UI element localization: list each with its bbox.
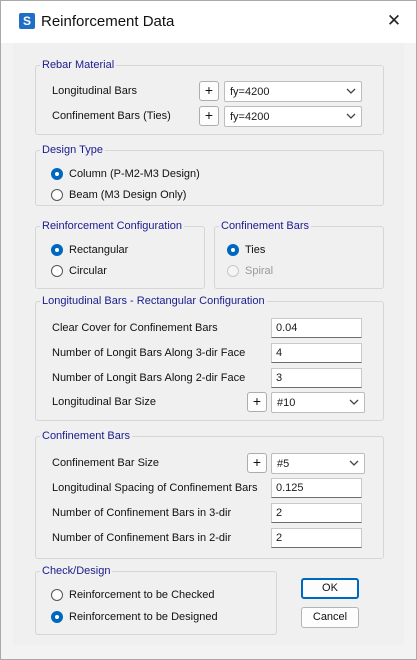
confinement-bars-3dir-input[interactable]: 2	[271, 503, 362, 523]
longit-bars-2dir-label: Number of Longit Bars Along 2-dir Face	[52, 372, 246, 384]
reinforcement-designed-label: Reinforcement to be Designed	[69, 611, 218, 623]
circular-config-radio[interactable]	[51, 265, 63, 277]
longit-bars-3dir-input[interactable]: 4	[271, 343, 362, 363]
confinement-bars-type-legend: Confinement Bars	[221, 220, 310, 232]
spiral-label: Spiral	[245, 265, 274, 277]
clear-cover-label: Clear Cover for Confinement Bars	[52, 322, 218, 334]
spiral-radio	[227, 265, 239, 277]
column-design-label: Column (P-M2-M3 Design)	[69, 168, 200, 180]
ties-label: Ties	[245, 244, 266, 256]
longitudinal-bars-legend: Longitudinal Bars - Rectangular Configur…	[42, 295, 265, 307]
longitudinal-bars-material-label: Longitudinal Bars	[52, 85, 138, 97]
close-icon[interactable]: ✕	[381, 10, 407, 32]
longit-bars-2dir-input[interactable]: 3	[271, 368, 362, 388]
dialog-title: Reinforcement Data	[41, 13, 175, 30]
cancel-button[interactable]: Cancel	[301, 607, 359, 628]
confinement-bars-legend: Confinement Bars	[42, 430, 131, 442]
rectangular-config-radio[interactable]	[51, 244, 63, 256]
confinement-bars-2dir-input[interactable]: 2	[271, 528, 362, 548]
longitudinal-material-value: fy=4200	[230, 86, 270, 98]
design-type-legend: Design Type	[42, 144, 103, 156]
check-design-legend: Check/Design	[42, 565, 111, 577]
dialog-window: S Reinforcement Data ✕ Rebar Material Lo…	[0, 0, 417, 660]
ok-button[interactable]: OK	[301, 578, 359, 599]
chevron-down-icon	[349, 399, 359, 405]
confinement-bar-size-value: #5	[277, 458, 290, 470]
add-longitudinal-material-button[interactable]: +	[199, 81, 219, 101]
confinement-bars-type-group: Confinement Bars	[214, 220, 384, 289]
confinement-material-dropdown[interactable]: fy=4200	[224, 106, 362, 127]
confinement-bars-3dir-label: Number of Confinement Bars in 3-dir	[52, 507, 232, 519]
confinement-material-value: fy=4200	[230, 111, 270, 123]
beam-design-label: Beam (M3 Design Only)	[69, 189, 187, 201]
confinement-bar-size-dropdown[interactable]: #5	[271, 453, 365, 474]
confinement-bar-size-label: Confinement Bar Size	[52, 457, 159, 469]
chevron-down-icon	[349, 460, 359, 466]
chevron-down-icon	[346, 88, 356, 94]
longitudinal-bar-size-dropdown[interactable]: #10	[271, 392, 365, 413]
longitudinal-material-dropdown[interactable]: fy=4200	[224, 81, 362, 102]
reinforcement-checked-radio[interactable]	[51, 589, 63, 601]
rebar-material-legend: Rebar Material	[42, 59, 115, 71]
reinforcement-configuration-legend: Reinforcement Configuration	[42, 220, 183, 232]
longit-bars-3dir-label: Number of Longit Bars Along 3-dir Face	[52, 347, 246, 359]
dialog-body: Rebar Material Longitudinal Bars + fy=42…	[13, 43, 404, 645]
beam-design-radio[interactable]	[51, 189, 63, 201]
reinforcement-checked-label: Reinforcement to be Checked	[69, 589, 215, 601]
column-design-radio[interactable]	[51, 168, 63, 180]
confinement-bars-2dir-label: Number of Confinement Bars in 2-dir	[52, 532, 232, 544]
add-longitudinal-bar-size-button[interactable]: +	[247, 392, 267, 412]
circular-config-label: Circular	[69, 265, 107, 277]
reinforcement-designed-radio[interactable]	[51, 611, 63, 623]
chevron-down-icon	[346, 113, 356, 119]
confinement-spacing-label: Longitudinal Spacing of Confinement Bars	[52, 482, 258, 494]
longitudinal-bar-size-label: Longitudinal Bar Size	[52, 396, 156, 408]
rectangular-config-label: Rectangular	[69, 244, 129, 256]
clear-cover-input[interactable]: 0.04	[271, 318, 362, 338]
confinement-spacing-input[interactable]: 0.125	[271, 478, 362, 498]
add-confinement-bar-size-button[interactable]: +	[247, 453, 267, 473]
ties-radio[interactable]	[227, 244, 239, 256]
longitudinal-bar-size-value: #10	[277, 397, 296, 409]
title-bar[interactable]: S Reinforcement Data ✕	[1, 1, 416, 43]
app-logo-icon: S	[19, 13, 35, 29]
confinement-bars-material-label: Confinement Bars (Ties)	[52, 110, 171, 122]
add-confinement-material-button[interactable]: +	[199, 106, 219, 126]
